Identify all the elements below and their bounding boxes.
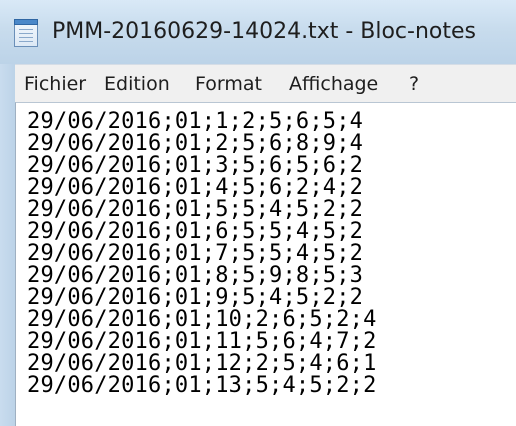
text-line: 29/06/2016;01;2;5;6;8;9;4 — [27, 131, 364, 156]
menu-bar: Fichier Edition Format Affichage ? — [15, 64, 516, 102]
menu-affichage[interactable]: Affichage — [289, 73, 378, 95]
title-bar[interactable]: PMM-20160629-14024.txt - Bloc-notes — [0, 0, 516, 64]
text-line: 29/06/2016;01;5;5;4;5;2;2 — [27, 197, 364, 222]
notepad-icon[interactable] — [14, 19, 38, 47]
text-line: 29/06/2016;01;12;2;5;4;6;1 — [27, 351, 377, 376]
menu-help[interactable]: ? — [409, 73, 419, 95]
text-line: 29/06/2016;01;1;2;5;6;5;4 — [27, 109, 364, 134]
window-title: PMM-20160629-14024.txt - Bloc-notes — [52, 19, 476, 44]
text-line: 29/06/2016;01;13;5;4;5;2;2 — [27, 373, 377, 398]
menu-fichier[interactable]: Fichier — [24, 73, 86, 95]
window-frame-left — [0, 64, 15, 426]
text-line: 29/06/2016;01;4;5;6;2;4;2 — [27, 175, 364, 200]
text-line: 29/06/2016;01;9;5;4;5;2;2 — [27, 285, 364, 310]
text-line: 29/06/2016;01;7;5;5;4;5;2 — [27, 241, 364, 266]
text-line: 29/06/2016;01;3;5;6;5;6;2 — [27, 153, 364, 178]
menu-format[interactable]: Format — [195, 73, 262, 95]
text-line: 29/06/2016;01;8;5;9;8;5;3 — [27, 263, 364, 288]
menu-edition[interactable]: Edition — [104, 73, 170, 95]
text-line: 29/06/2016;01;10;2;6;5;2;4 — [27, 307, 377, 332]
text-line: 29/06/2016;01;11;5;6;4;7;2 — [27, 329, 377, 354]
text-editor-area[interactable]: 29/06/2016;01;1;2;5;6;5;4 29/06/2016;01;… — [15, 102, 516, 426]
text-line: 29/06/2016;01;6;5;5;4;5;2 — [27, 219, 364, 244]
